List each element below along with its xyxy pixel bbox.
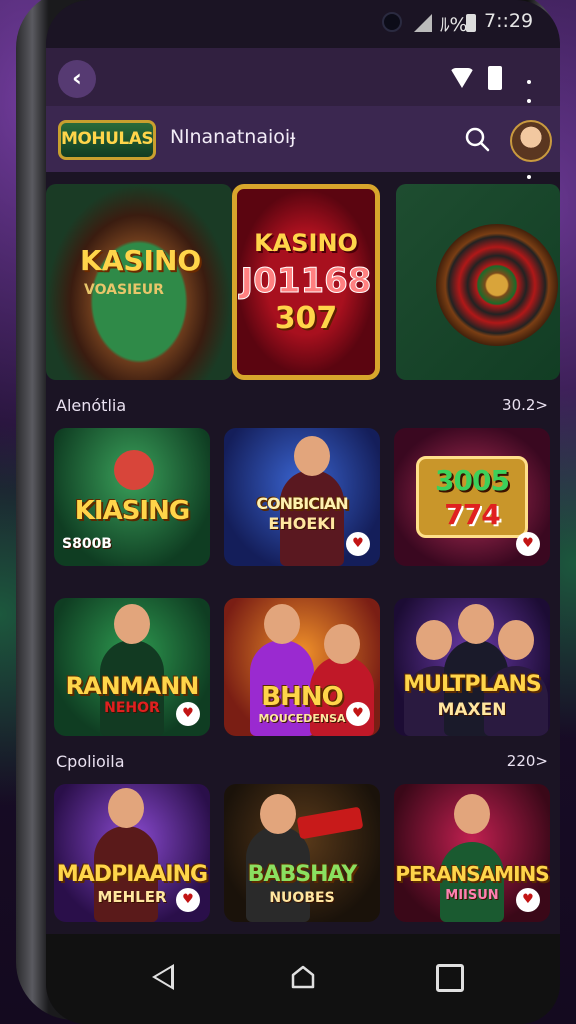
nav-home-icon[interactable] [290,964,316,990]
favorite-icon[interactable]: ♥ [176,702,200,726]
character-head [108,788,144,828]
battery-percent: ﾙ% [440,14,468,36]
character-head [264,604,300,644]
banner-subtitle: VOASIEUR [84,282,164,298]
tile-subtitle: EHOEKI [268,514,336,533]
banner-amount: 307 [274,301,338,336]
game-tile[interactable]: MADPIAAING MEHLER ♥ [54,784,210,922]
game-tile[interactable]: KIASING S800B [54,428,210,566]
app-title: Nlnanatnaioiɟ [170,126,296,148]
banner-title: KASINO [80,244,202,277]
app-header: MOHULAS Nlnanatnaioiɟ [46,106,560,172]
tile-title: CONBICIAN [256,494,348,513]
app-logo[interactable]: MOHULAS [58,120,156,160]
game-tile[interactable]: RANMANN NEHOR ♥ [54,598,210,736]
game-tile[interactable]: MULTPLANS MAXEN [394,598,550,736]
wifi-icon [450,68,474,88]
featured-banners: KASINO VOASIEUR KASINO J01168 307 [46,184,560,380]
tile-title: MULTPLANS [403,672,542,697]
status-bar: ﾙ% 7::29 [46,0,560,44]
character-head [324,624,360,664]
favorite-icon[interactable]: ♥ [176,888,200,912]
character-head [260,794,296,834]
character-head [114,604,150,644]
system-nav-bar [46,934,560,1024]
favorite-icon[interactable]: ♥ [516,888,540,912]
favorite-icon[interactable]: ♥ [516,532,540,556]
ribbon-icon [296,806,364,840]
game-tile[interactable]: BABSHAY NUOBES [224,784,380,922]
tile-title: PERANSAMINS [395,862,549,886]
section-title: Alenótlia [56,396,127,415]
character-head [454,794,490,834]
tile-title: BABSHAY [247,862,358,887]
tile-subtitle: 774 [444,498,500,531]
nav-recent-apps-icon[interactable] [436,964,464,992]
tile-subtitle: MAXEN [437,700,507,720]
game-tile[interactable]: 3005 774 ♥ [394,428,550,566]
roulette-wheel-icon [436,224,558,346]
character-head [498,620,534,660]
tile-title: MADPIAAING [56,862,208,887]
status-time: 7::29 [484,10,534,32]
tile-subtitle: NUOBES [269,890,335,906]
featured-banner[interactable]: KASINO J01168 307 [232,184,380,380]
battery-icon [466,14,476,32]
signal-icon [414,14,432,32]
tile-subtitle: S800B [62,536,112,552]
nav-back-icon-inner [156,968,171,986]
game-tile[interactable]: BHNO MOUCEDENSA ♥ [224,598,380,736]
search-icon[interactable] [464,126,490,152]
section-see-all[interactable]: 220> [507,752,548,770]
section-title: Cpolioila [56,752,125,771]
character-head [416,620,452,660]
avatar[interactable] [510,120,552,162]
back-button[interactable]: ‹ [58,60,96,98]
mascot-icon [114,450,154,490]
favorite-icon[interactable]: ♥ [346,532,370,556]
character-head [294,436,330,476]
top-bar: ‹ [46,48,560,179]
banner-jackpot: J01168 [240,261,372,302]
screen: ﾙ% 7::29 ‹ MOHULAS Nlnanatnaioiɟ KASINO … [46,0,560,1024]
tile-title: KIASING [74,496,190,526]
character-head [458,604,494,644]
camera-icon [382,12,402,32]
tile-title: RANMANN [65,672,200,700]
favorite-icon[interactable]: ♥ [346,702,370,726]
game-tile[interactable]: CONBICIAN EHOEKI ♥ [224,428,380,566]
section-see-all[interactable]: 30.2> [502,396,548,414]
featured-banner[interactable] [396,184,560,380]
battery-icon [488,66,502,90]
tile-title: 3005 [435,464,510,497]
banner-title: KASINO [254,229,358,257]
featured-banner[interactable]: KASINO VOASIEUR [46,184,232,380]
game-tile[interactable]: PERANSAMINS MIISUN ♥ [394,784,550,922]
